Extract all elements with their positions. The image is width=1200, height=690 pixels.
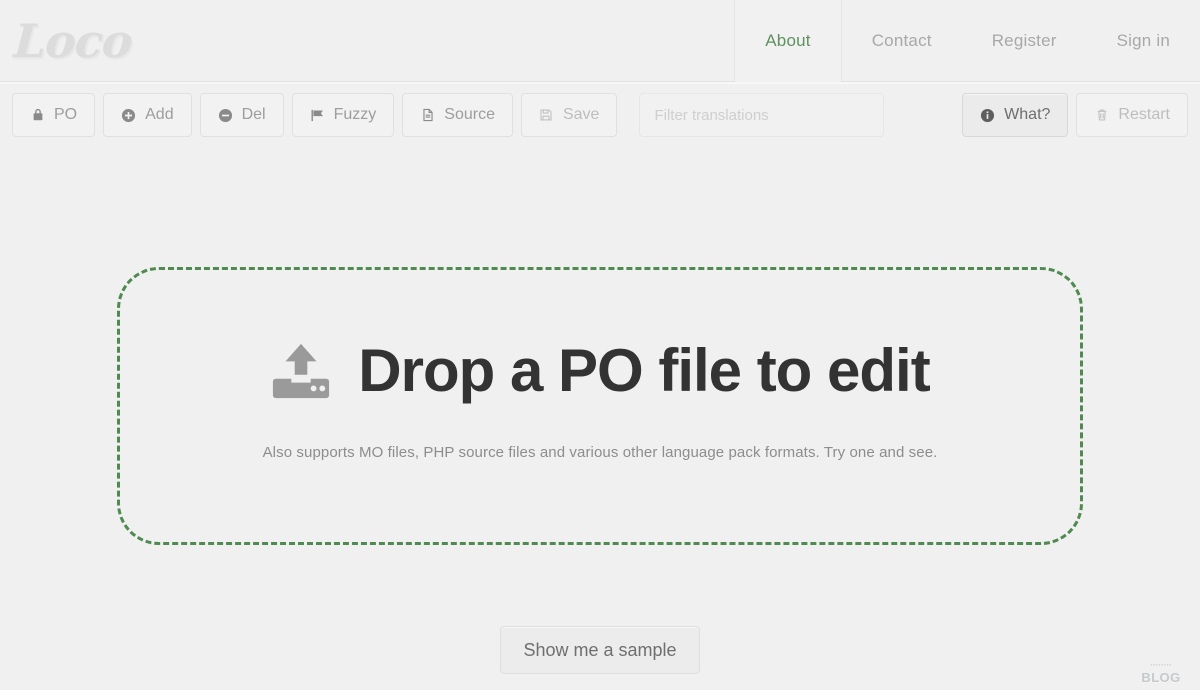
- minus-circle-icon: [218, 108, 233, 123]
- show-sample-button[interactable]: Show me a sample: [500, 626, 700, 674]
- logo-wordmark: Loco: [12, 13, 134, 68]
- toolbar-right-group: What? Restart: [962, 93, 1188, 137]
- del-button[interactable]: Del: [199, 93, 284, 137]
- plus-circle-icon: [121, 108, 136, 123]
- fuzzy-button[interactable]: Fuzzy: [291, 93, 395, 137]
- dropzone-headline-row: Drop a PO file to edit: [270, 336, 931, 404]
- source-button[interactable]: Source: [402, 93, 513, 137]
- restart-button[interactable]: Restart: [1076, 93, 1188, 137]
- nav-item-signin-label: Sign in: [1116, 31, 1170, 50]
- trash-icon: [1094, 108, 1109, 123]
- save-button-label: Save: [562, 106, 600, 123]
- file-icon: [420, 108, 435, 123]
- flag-icon: [310, 108, 325, 123]
- watermark-bottom-text: BLOG: [1141, 670, 1181, 685]
- nav-item-register[interactable]: Register: [962, 0, 1087, 82]
- filter-translations-input[interactable]: [639, 93, 885, 137]
- add-button[interactable]: Add: [103, 93, 192, 137]
- floppy-disk-icon: [539, 108, 554, 123]
- upload-icon: [270, 340, 332, 402]
- add-button-label: Add: [145, 106, 174, 123]
- fuzzy-button-label: Fuzzy: [333, 106, 377, 123]
- what-button[interactable]: What?: [962, 93, 1069, 137]
- lock-icon: [30, 108, 45, 123]
- dropzone-subtitle: Also supports MO files, PHP source files…: [262, 443, 938, 461]
- nav-item-about[interactable]: About: [734, 0, 842, 82]
- main-navigation: About Contact Register Sign in: [734, 0, 1200, 82]
- restart-button-label: Restart: [1118, 106, 1170, 123]
- info-circle-icon: [980, 108, 995, 123]
- nav-item-contact-label: Contact: [871, 31, 932, 50]
- file-dropzone[interactable]: Drop a PO file to edit Also supports MO …: [117, 267, 1083, 545]
- po-button-label: PO: [54, 106, 78, 123]
- source-button-label: Source: [444, 106, 495, 123]
- what-button-label: What?: [1004, 106, 1051, 123]
- dropzone-title: Drop a PO file to edit: [358, 336, 930, 404]
- del-button-label: Del: [241, 106, 266, 123]
- editor-toolbar: PO Add Del Fuzzy Source Save Filter tran…: [0, 82, 1200, 148]
- nav-item-register-label: Register: [991, 31, 1057, 50]
- site-logo[interactable]: Loco: [0, 0, 300, 81]
- nav-item-about-label: About: [765, 31, 811, 50]
- nav-item-signin[interactable]: Sign in: [1087, 0, 1200, 82]
- site-header: Loco About Contact Register Sign in: [0, 0, 1200, 82]
- nav-item-contact[interactable]: Contact: [842, 0, 962, 82]
- sample-row: Show me a sample: [0, 626, 1200, 674]
- save-button[interactable]: Save: [520, 93, 618, 137]
- watermark: ········ BLOG: [1130, 660, 1192, 684]
- po-button[interactable]: PO: [12, 93, 96, 137]
